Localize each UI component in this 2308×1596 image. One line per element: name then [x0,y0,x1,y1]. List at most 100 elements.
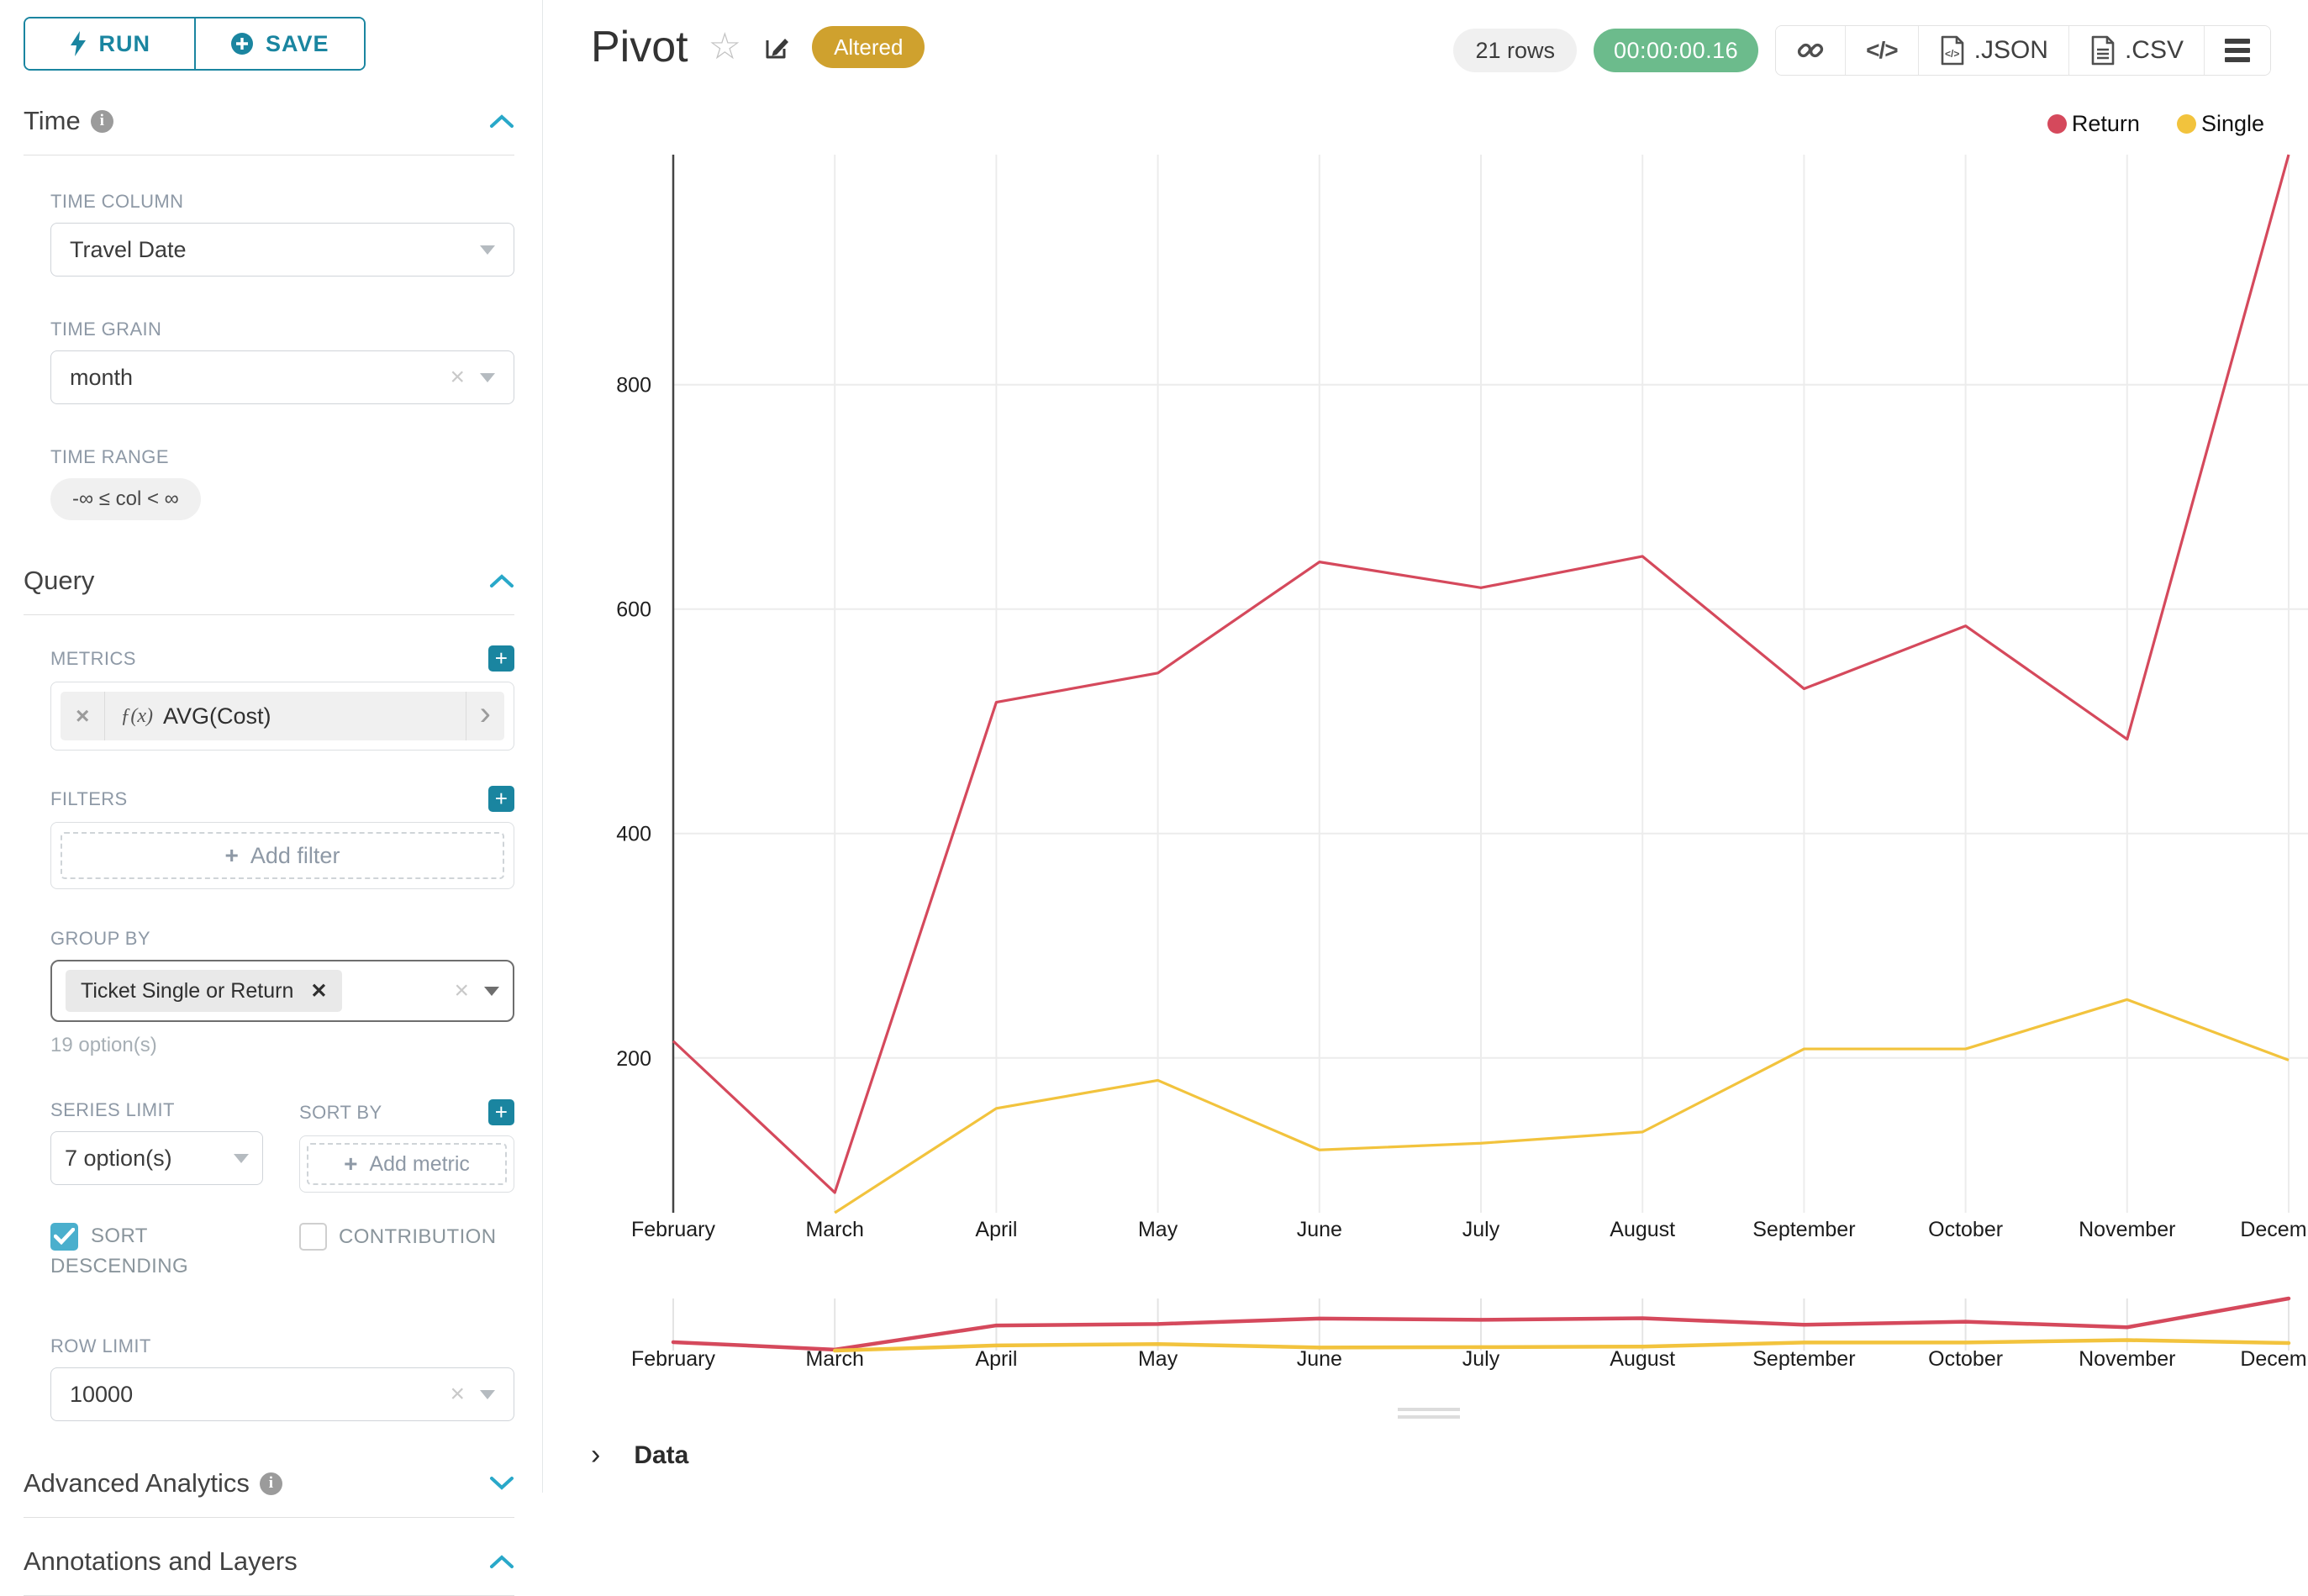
edit-icon[interactable] [761,32,792,62]
time-grain-select[interactable]: month × [50,350,514,404]
time-column-select[interactable]: Travel Date [50,223,514,277]
query-duration-badge: 00:00:00.16 [1594,29,1758,72]
svg-text:December: December [2240,1347,2308,1371]
annotations-header[interactable]: Annotations and Layers [24,1546,514,1577]
metrics-label-text: METRICS [50,648,136,670]
control-sidebar: RUN SAVE Time i TIME COLUMN Travel Date … [0,0,543,1493]
svg-text:200: 200 [616,1047,651,1071]
section-divider [24,1517,514,1518]
chevron-right-icon[interactable]: › [466,695,504,738]
time-range-pill[interactable]: -∞ ≤ col < ∞ [50,478,201,520]
chart-title: Pivot [591,22,688,72]
chevron-right-icon: › [591,1439,600,1472]
chevron-down-icon[interactable] [489,1476,514,1491]
share-link-button[interactable] [1776,26,1845,75]
chart-svg[interactable]: 200400600800FebruaryFebruaryMarchMarchAp… [544,109,2308,1420]
add-filter-plus-button[interactable]: + [488,786,514,812]
chevron-up-icon[interactable] [489,573,514,588]
svg-text:October: October [1928,1218,2003,1241]
link-icon [1796,36,1825,65]
export-csv-label: .CSV [2125,36,2184,65]
chart-panel: Pivot ☆ Altered 21 rows 00:00:00.16 </> … [544,0,2308,1493]
group-by-select[interactable]: Ticket Single or Return ✕ × [50,960,514,1022]
view-query-button[interactable]: </> [1845,26,1917,75]
add-metric-label: Add metric [369,1152,469,1177]
svg-text:July: July [1462,1218,1500,1241]
clear-icon[interactable]: × [454,977,469,1005]
series-limit-label: SERIES LIMIT [50,1099,263,1121]
clear-icon[interactable]: × [450,363,465,392]
time-section-header[interactable]: Time i [24,106,514,136]
filters-label-text: FILTERS [50,788,128,810]
export-csv-button[interactable]: .CSV [2068,26,2204,75]
query-section-header[interactable]: Query [24,566,514,596]
time-grain-value: month [70,365,450,391]
csv-file-icon [2089,35,2116,66]
section-divider [24,614,514,615]
metric-value: AVG(Cost) [163,703,271,730]
time-column-value: Travel Date [70,237,480,263]
svg-text:February: February [631,1347,716,1371]
advanced-analytics-title: Advanced Analytics [24,1468,250,1499]
add-filter-button[interactable]: + Add filter [61,832,504,879]
plus-icon: + [344,1151,357,1177]
run-button-label: RUN [99,31,151,57]
chevron-up-icon[interactable] [489,113,514,129]
clear-icon[interactable]: × [450,1380,465,1409]
time-section-title: Time [24,106,81,136]
svg-text:April: April [975,1347,1017,1371]
panel-resize-handle[interactable] [1398,1408,1460,1423]
sort-descending-checkbox[interactable] [50,1223,78,1251]
remove-metric-icon[interactable]: × [61,703,104,730]
hamburger-icon [2225,39,2250,62]
svg-text:600: 600 [616,598,651,622]
options-hint: 19 option(s) [50,1034,514,1057]
series-limit-select[interactable]: 7 option(s) [50,1131,263,1185]
contribution-label[interactable]: CONTRIBUTION [339,1221,496,1252]
metric-chip[interactable]: × ƒ(x) AVG(Cost) › [61,692,504,740]
contribution-checkbox[interactable] [299,1223,327,1251]
remove-chip-icon[interactable]: ✕ [310,979,327,1003]
save-button[interactable]: SAVE [194,18,365,69]
caret-down-icon [480,373,495,382]
run-save-button-group: RUN SAVE [24,17,366,71]
time-grain-label: TIME GRAIN [50,319,514,340]
svg-text:May: May [1138,1347,1178,1371]
favorite-star-icon[interactable]: ☆ [709,29,741,66]
row-limit-select[interactable]: 10000 × [50,1367,514,1421]
plus-icon: + [225,842,239,869]
chart-menu-button[interactable] [2204,26,2270,75]
group-by-chip[interactable]: Ticket Single or Return ✕ [66,970,342,1012]
svg-text:November: November [2079,1347,2175,1371]
advanced-analytics-header[interactable]: Advanced Analytics i [24,1468,514,1499]
row-limit-label: ROW LIMIT [50,1335,514,1357]
data-panel-title: Data [634,1441,688,1470]
lightning-icon [69,31,87,56]
svg-text:400: 400 [616,823,651,846]
check-icon [54,1228,75,1245]
group-by-label: GROUP BY [50,928,514,950]
time-range-label: TIME RANGE [50,446,514,468]
sort-by-label: SORT BY + [299,1099,514,1125]
add-sort-metric-plus-button[interactable]: + [488,1099,514,1125]
export-json-button[interactable]: </> .JSON [1918,26,2068,75]
info-icon: i [91,110,113,133]
add-sort-metric-button[interactable]: + Add metric [307,1143,507,1185]
chevron-up-icon[interactable] [489,1554,514,1569]
altered-badge[interactable]: Altered [812,26,925,68]
svg-text:November: November [2079,1218,2175,1241]
caret-down-icon [234,1154,249,1163]
plus-circle-icon [230,32,254,55]
svg-text:October: October [1928,1347,2003,1371]
run-button[interactable]: RUN [25,18,194,69]
data-panel-toggle[interactable]: › Data [591,1439,688,1472]
export-json-label: .JSON [1974,36,2048,65]
caret-down-icon [480,1390,495,1399]
caret-down-icon [480,245,495,255]
export-toolbar: </> </> .JSON .CSV [1775,25,2271,76]
add-metric-plus-button[interactable]: + [488,645,514,672]
save-button-label: SAVE [266,31,329,57]
sort-descending-label[interactable]: SORT DESCENDING [50,1221,263,1282]
function-icon: ƒ(x) [120,705,153,728]
svg-text:April: April [975,1218,1017,1241]
